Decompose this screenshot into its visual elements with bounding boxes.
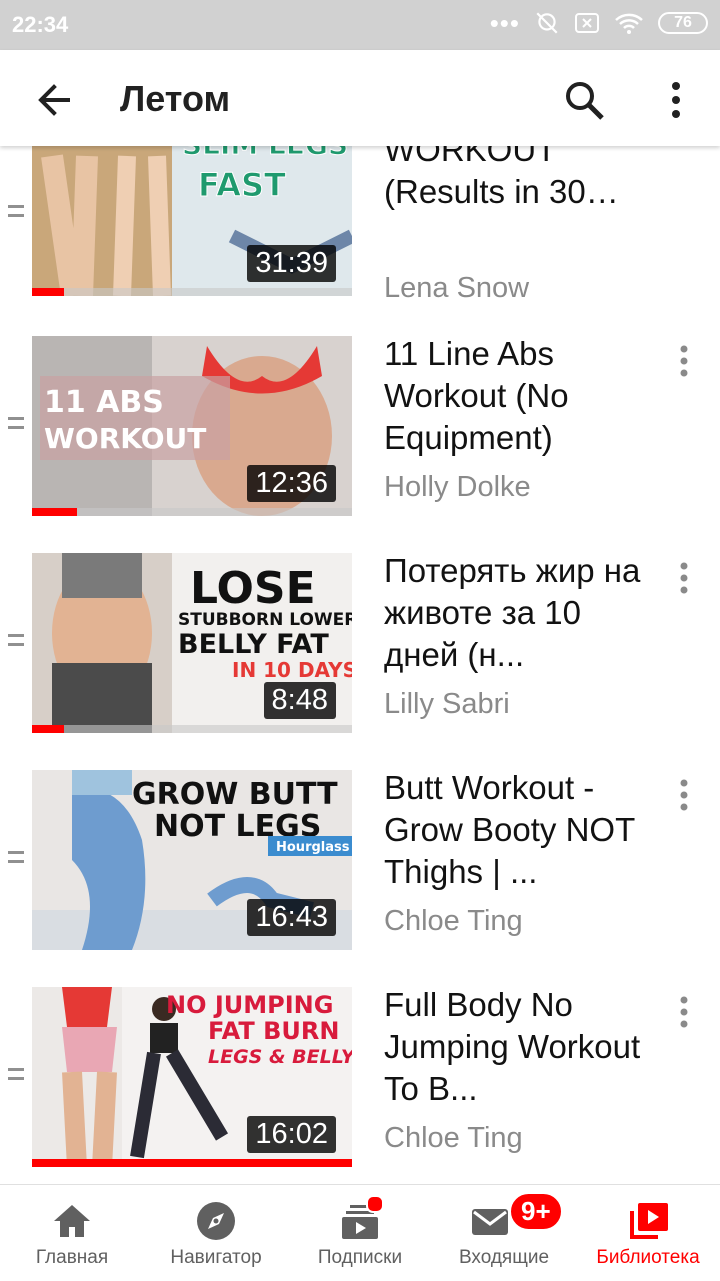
nav-label: Главная — [35, 1247, 109, 1268]
video-thumbnail[interactable]: 11 ABS WORKOUT 12:36 — [32, 336, 352, 516]
thumbnail-caption: SLIM LEGS — [182, 146, 348, 161]
video-duration: 12:36 — [247, 465, 336, 502]
nav-label: Входящие — [458, 1247, 550, 1268]
nav-label: Навигатор — [170, 1247, 262, 1268]
drag-handle-icon[interactable] — [8, 851, 24, 863]
app-bar: Летом — [0, 50, 720, 146]
status-icons: ••• 76 — [490, 10, 708, 36]
drag-handle-icon[interactable] — [8, 1068, 24, 1080]
drag-handle-icon[interactable] — [8, 417, 24, 429]
thumbnail-caption: WORKOUT — [44, 422, 206, 455]
inbox-icon — [471, 1209, 508, 1235]
video-title[interactable]: Потерять жир на животе за 10 дней (н... — [384, 550, 644, 676]
thumbnail-caption: Hourglass — [276, 840, 350, 855]
drag-handle-icon[interactable] — [8, 205, 24, 217]
channel-name: Holly Dolke — [384, 471, 531, 503]
video-duration: 31:39 — [247, 245, 336, 282]
video-thumbnail[interactable]: GROW BUTT NOT LEGS Hourglass 16:43 — [32, 770, 352, 950]
thumbnail-caption: GROW BUTT — [132, 777, 338, 812]
page-title: Летом — [120, 78, 231, 119]
channel-name: Chloe Ting — [384, 1122, 523, 1154]
video-duration: 16:43 — [247, 899, 336, 936]
thumbnail-caption: STUBBORN LOWER — [178, 610, 352, 630]
playlist-video-row[interactable]: LOSE STUBBORN LOWER BELLY FAT IN 10 DAYS… — [0, 534, 720, 734]
nav-subscriptions[interactable]: Подписки — [288, 1185, 432, 1281]
watch-progress-fill — [32, 725, 64, 733]
video-thumbnail[interactable]: NO JUMPING FAT BURN LEGS & BELLY 16:02 — [32, 987, 352, 1167]
alarm-off-icon — [536, 12, 558, 34]
video-thumbnail[interactable]: LOSE STUBBORN LOWER BELLY FAT IN 10 DAYS… — [32, 553, 352, 733]
nav-library[interactable]: Библиотека — [576, 1185, 720, 1281]
notification-count-badge: 9+ — [508, 1191, 564, 1232]
video-duration: 16:02 — [247, 1116, 336, 1153]
video-title[interactable]: SLIM LEGS WORKOUT (Results in 30 Days) — [384, 146, 644, 213]
back-arrow-icon[interactable] — [30, 76, 78, 124]
thumbnail-caption: LOSE — [190, 563, 316, 614]
video-more-options-icon[interactable] — [668, 558, 700, 598]
video-title[interactable]: Full Body No Jumping Workout To B... — [384, 984, 644, 1110]
thumbnail-caption: IN 10 DAYS — [232, 658, 352, 682]
status-time: 22:34 — [12, 12, 69, 37]
watch-progress-fill — [32, 288, 64, 296]
more-options-icon[interactable] — [652, 76, 700, 124]
bottom-navigation: Главная Навигатор Подписки 9+ Входящие Б… — [0, 1184, 720, 1281]
nav-label: Библиотека — [596, 1247, 700, 1268]
watch-progress-bar — [32, 508, 352, 516]
video-thumbnail[interactable]: SLIM LEGS FAST 31:39 — [32, 146, 352, 296]
drag-handle-icon[interactable] — [8, 634, 24, 646]
search-icon[interactable] — [560, 76, 608, 124]
watch-progress-bar — [32, 288, 352, 296]
video-more-options-icon[interactable] — [668, 992, 700, 1032]
nav-inbox[interactable]: 9+ Входящие — [432, 1185, 576, 1281]
thumbnail-caption: NO JUMPING — [166, 991, 333, 1019]
channel-name: Chloe Ting — [384, 905, 523, 937]
thumbnail-caption: FAST — [198, 166, 286, 204]
new-content-badge — [366, 1195, 384, 1213]
channel-name: Lena Snow — [384, 272, 530, 304]
battery-indicator: 76 — [658, 12, 708, 34]
status-bar: 22:34 ••• 76 — [0, 0, 720, 50]
channel-name: Lilly Sabri — [384, 688, 510, 720]
sim-off-icon — [575, 13, 599, 33]
thumbnail-caption: BELLY FAT — [178, 629, 329, 660]
watch-progress-fill — [32, 1159, 352, 1167]
thumbnail-caption: 11 ABS — [44, 385, 164, 420]
thumbnail-caption: LEGS & BELLY — [208, 1046, 352, 1068]
compass-icon — [197, 1202, 235, 1240]
playlist-video-list[interactable]: SLIM LEGS FAST 31:39 SLIM LEGS WORKOUT (… — [0, 146, 720, 1184]
notification-dots-icon: ••• — [489, 8, 520, 38]
home-icon — [54, 1205, 90, 1237]
nav-explore[interactable]: Навигатор — [144, 1185, 288, 1281]
thumbnail-caption: FAT BURN — [208, 1017, 339, 1045]
video-title[interactable]: 11 Line Abs Workout (No Equipment) — [384, 333, 644, 459]
playlist-video-row[interactable]: GROW BUTT NOT LEGS Hourglass 16:43 Butt … — [0, 751, 720, 951]
nav-label: Подписки — [317, 1247, 403, 1268]
video-more-options-icon[interactable] — [668, 775, 700, 815]
library-icon — [630, 1203, 668, 1239]
playlist-video-row[interactable]: NO JUMPING FAT BURN LEGS & BELLY 16:02 F… — [0, 968, 720, 1168]
nav-home[interactable]: Главная — [0, 1185, 144, 1281]
video-more-options-icon[interactable] — [668, 341, 700, 381]
watch-progress-bar — [32, 1159, 352, 1167]
wifi-icon — [615, 13, 643, 34]
video-duration: 8:48 — [263, 682, 336, 719]
watch-progress-fill — [32, 508, 77, 516]
playlist-video-row[interactable]: 11 ABS WORKOUT 12:36 11 Line Abs Workout… — [0, 317, 720, 517]
video-title[interactable]: Butt Workout - Grow Booty NOT Thighs | .… — [384, 767, 644, 893]
playlist-video-row[interactable]: SLIM LEGS FAST 31:39 SLIM LEGS WORKOUT (… — [0, 146, 720, 304]
watch-progress-bar — [32, 725, 352, 733]
